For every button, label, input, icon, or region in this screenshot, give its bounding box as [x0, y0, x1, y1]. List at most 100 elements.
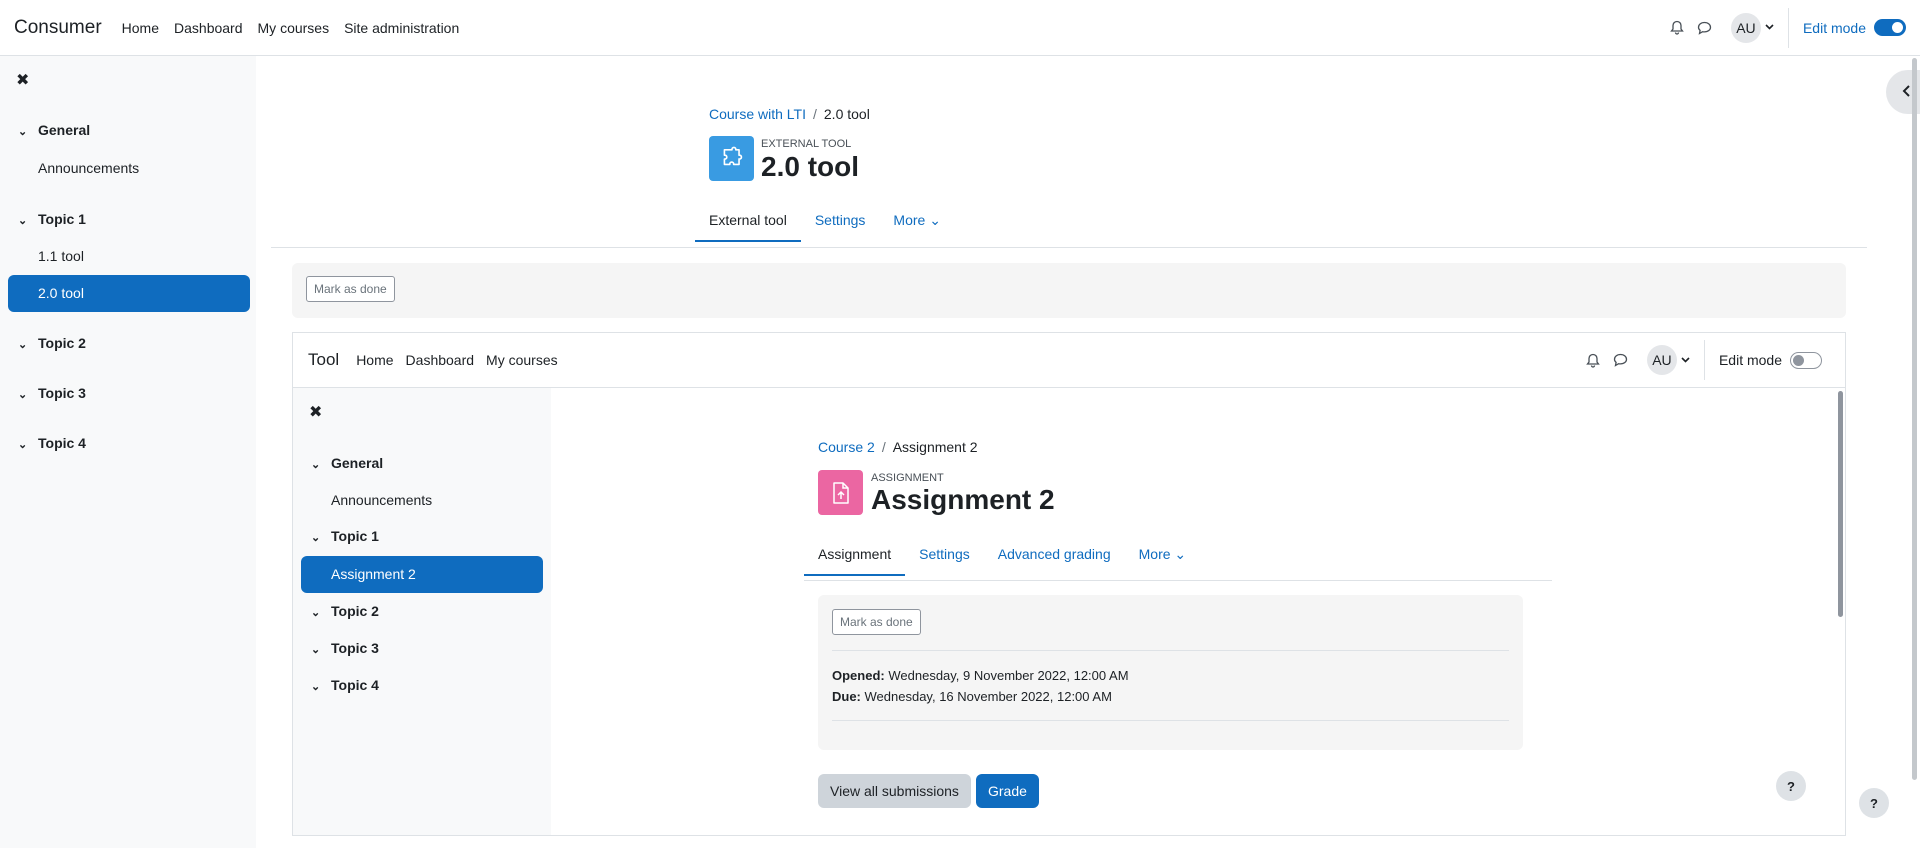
breadcrumb-separator: / [881, 439, 886, 455]
tool-section-topic-3[interactable]: ⌄ Topic 3 [311, 640, 379, 656]
tab-external-tool[interactable]: External tool [695, 200, 801, 242]
help-icon[interactable]: ? [1776, 771, 1806, 801]
site-brand[interactable]: Consumer [14, 17, 102, 39]
puzzle-icon [709, 136, 754, 181]
tab-settings[interactable]: Settings [905, 534, 984, 576]
opened-date: Opened: Wednesday, 9 November 2022, 12:0… [832, 668, 1129, 683]
chevron-down-icon[interactable]: ⌄ [18, 214, 38, 227]
primary-navigation: Home Dashboard My courses Site administr… [122, 20, 460, 36]
chevron-down-icon: ⌄ [929, 212, 941, 228]
info-divider [832, 720, 1509, 721]
section-topic-4[interactable]: ⌄ Topic 4 [18, 435, 86, 451]
chevron-down-icon[interactable] [1681, 355, 1690, 366]
page-title: 2.0 tool [761, 151, 860, 182]
assignment-dates: Opened: Wednesday, 9 November 2022, 12:0… [832, 665, 1129, 707]
chevron-down-icon[interactable]: ⌄ [18, 125, 38, 138]
tool-course-index-item-assignment-2[interactable]: Assignment 2 [301, 556, 543, 593]
course-index-item-announcements[interactable]: Announcements [38, 160, 139, 176]
breadcrumb-current: 2.0 tool [823, 106, 870, 122]
tool-nav-home[interactable]: Home [356, 352, 393, 368]
edit-mode-label: Edit mode [1802, 19, 1866, 36]
nav-my-courses[interactable]: My courses [258, 20, 330, 36]
grade-button[interactable]: Grade [976, 774, 1039, 808]
lti-tool-frame: Tool Home Dashboard My courses AU Edit m… [292, 332, 1846, 836]
nav-dashboard[interactable]: Dashboard [174, 20, 243, 36]
chevron-down-icon[interactable]: ⌄ [311, 680, 331, 693]
info-divider [832, 650, 1509, 651]
tool-nav-dashboard[interactable]: Dashboard [406, 352, 475, 368]
tool-edit-mode-label: Edit mode [1718, 352, 1782, 368]
tool-navbar-divider [1703, 340, 1705, 380]
tool-section-topic-2[interactable]: ⌄ Topic 2 [311, 603, 379, 619]
chevron-down-icon[interactable]: ⌄ [311, 643, 331, 656]
help-icon[interactable]: ? [1859, 788, 1889, 818]
activity-type-label: EXTERNAL TOOL [761, 138, 852, 150]
tool-brand[interactable]: Tool [308, 350, 339, 370]
tab-advanced-grading[interactable]: Advanced grading [984, 534, 1125, 576]
assignment-icon [818, 470, 863, 515]
message-icon[interactable] [1607, 346, 1635, 374]
tool-page-title: Assignment 2 [871, 484, 1055, 515]
breadcrumb-separator: / [813, 106, 817, 122]
chevron-left-icon [1902, 84, 1911, 100]
user-avatar[interactable]: AU [1730, 12, 1761, 43]
chevron-down-icon[interactable]: ⌄ [18, 438, 38, 451]
activity-completion-panel: Mark as done [292, 263, 1846, 318]
section-general[interactable]: ⌄ General [18, 122, 90, 138]
section-topic-1[interactable]: ⌄ Topic 1 [18, 211, 86, 227]
due-date: Due: Wednesday, 16 November 2022, 12:00 … [832, 689, 1112, 704]
tool-section-topic-4[interactable]: ⌄ Topic 4 [311, 677, 379, 693]
tool-section-general[interactable]: ⌄ General [311, 455, 383, 471]
chevron-down-icon[interactable]: ⌄ [311, 606, 331, 619]
tool-mark-as-done-button[interactable]: Mark as done [832, 609, 921, 635]
page-scrollbar[interactable] [1912, 58, 1917, 780]
close-icon[interactable]: ✖ [309, 402, 322, 422]
tool-nav-my-courses[interactable]: My courses [486, 352, 558, 368]
bell-icon[interactable] [1663, 14, 1691, 42]
close-icon[interactable]: ✖ [16, 70, 29, 90]
tool-breadcrumb: Course 2 / Assignment 2 [818, 439, 978, 455]
bell-icon[interactable] [1579, 346, 1607, 374]
tool-course-index-item-announcements[interactable]: Announcements [331, 492, 432, 508]
chevron-down-icon: ⌄ [1174, 546, 1187, 562]
breadcrumb-course-link[interactable]: Course with LTI [709, 106, 806, 122]
tab-more[interactable]: More ⌄ [1125, 534, 1201, 576]
tool-activity-type-label: ASSIGNMENT [871, 472, 944, 484]
tool-navbar: Tool Home Dashboard My courses AU Edit m… [293, 333, 1845, 388]
tool-edit-mode-toggle[interactable] [1790, 351, 1822, 369]
view-all-submissions-button[interactable]: View all submissions [818, 774, 971, 808]
mark-as-done-button[interactable]: Mark as done [306, 276, 395, 302]
tab-more[interactable]: More ⌄ [879, 200, 955, 242]
message-icon[interactable] [1691, 14, 1719, 42]
section-topic-2[interactable]: ⌄ Topic 2 [18, 335, 86, 351]
tool-course-index-drawer: ✖ ⌄ General Announcements ⌄ Topic 1 Assign… [293, 388, 551, 835]
chevron-down-icon[interactable]: ⌄ [311, 458, 331, 471]
tool-section-topic-1[interactable]: ⌄ Topic 1 [311, 528, 379, 544]
navbar-divider [1787, 7, 1789, 48]
tool-navbar-right: AU Edit mode [1579, 340, 1830, 380]
tool-tabs-divider [804, 580, 1552, 581]
navbar-right: AU Edit mode [1663, 7, 1906, 48]
top-navbar: Consumer Home Dashboard My courses Site … [0, 0, 1920, 56]
chevron-down-icon[interactable]: ⌄ [18, 388, 38, 401]
tool-breadcrumb-current: Assignment 2 [892, 439, 978, 455]
course-index-item-2-0-tool[interactable]: 2.0 tool [8, 275, 250, 312]
breadcrumb: Course with LTI / 2.0 tool [709, 106, 870, 122]
tool-main-content: Course 2 / Assignment 2 ASSIGNMENT Assignm… [551, 388, 1845, 835]
tab-assignment[interactable]: Assignment [804, 534, 906, 576]
tool-primary-navigation: Home Dashboard My courses [356, 352, 557, 368]
chevron-down-icon[interactable] [1765, 22, 1774, 33]
tool-breadcrumb-course-link[interactable]: Course 2 [818, 439, 875, 455]
nav-home[interactable]: Home [122, 20, 159, 36]
course-index-item-1-1-tool[interactable]: 1.1 tool [38, 248, 84, 264]
tool-user-avatar[interactable]: AU [1646, 345, 1677, 375]
edit-mode-toggle[interactable] [1874, 19, 1906, 36]
chevron-down-icon[interactable]: ⌄ [311, 531, 331, 544]
tab-settings[interactable]: Settings [801, 200, 880, 242]
assignment-info-panel: Mark as done Opened: Wednesday, 9 Novemb… [818, 595, 1523, 750]
tool-scrollbar[interactable] [1838, 391, 1843, 617]
nav-site-administration[interactable]: Site administration [344, 20, 459, 36]
chevron-down-icon[interactable]: ⌄ [18, 338, 38, 351]
tool-secondary-navigation: Assignment Settings Advanced grading Mor… [804, 534, 1200, 576]
section-topic-3[interactable]: ⌄ Topic 3 [18, 385, 86, 401]
